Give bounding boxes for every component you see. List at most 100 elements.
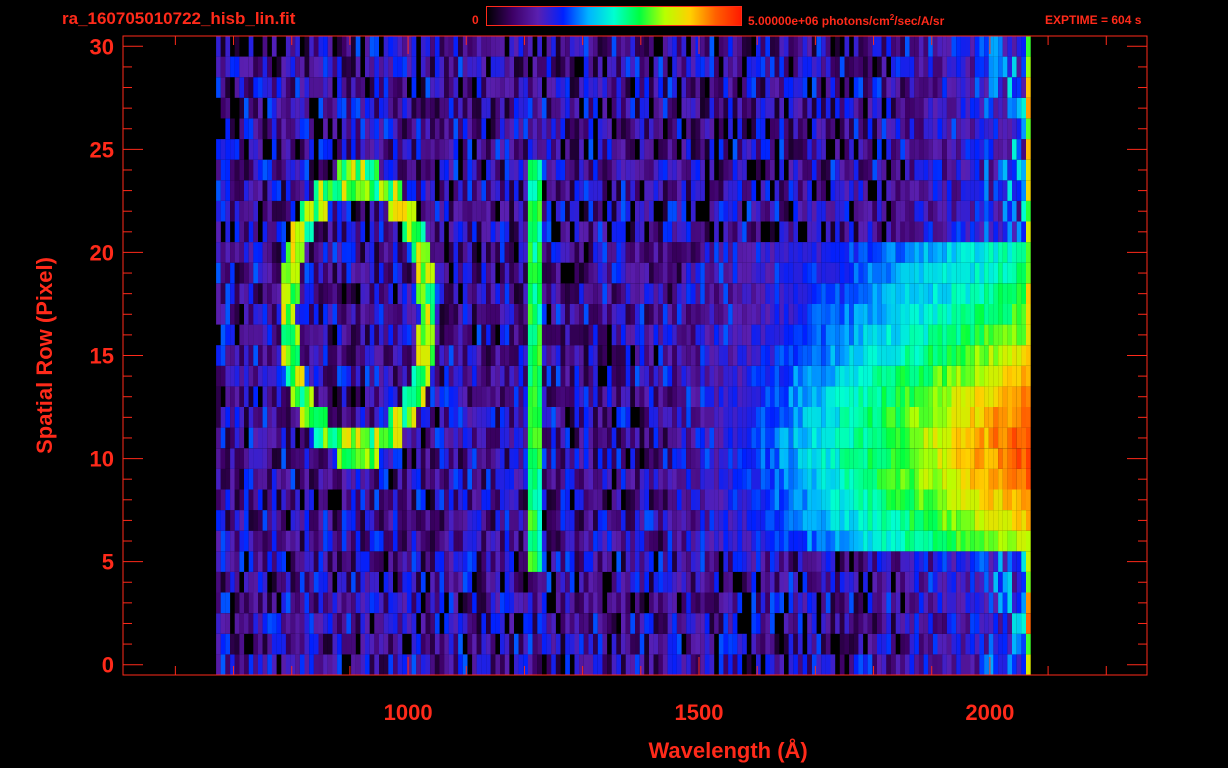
heatmap-cell bbox=[290, 262, 296, 284]
heatmap-cell bbox=[579, 242, 584, 263]
heatmap-cell bbox=[881, 571, 887, 593]
heatmap-cell bbox=[928, 468, 933, 490]
heatmap-cell bbox=[216, 345, 221, 366]
heatmap-cell bbox=[439, 36, 445, 57]
heatmap-cell bbox=[234, 510, 240, 531]
heatmap-cell bbox=[756, 489, 761, 511]
heatmap-cell bbox=[914, 613, 919, 634]
heatmap-cell bbox=[495, 180, 501, 201]
heatmap-cell bbox=[714, 221, 719, 243]
heatmap-cell bbox=[765, 468, 770, 490]
heatmap-cell bbox=[704, 592, 710, 614]
heatmap-cell bbox=[323, 36, 328, 57]
heatmap-cell bbox=[453, 304, 459, 325]
heatmap-cell bbox=[239, 221, 245, 243]
heatmap-cell bbox=[309, 242, 314, 263]
heatmap-cell bbox=[942, 571, 947, 593]
heatmap-cell bbox=[970, 283, 975, 304]
heatmap-cell bbox=[742, 530, 747, 552]
heatmap-cell bbox=[444, 97, 449, 119]
heatmap-cell bbox=[597, 654, 603, 675]
heatmap-cell bbox=[504, 530, 510, 552]
heatmap-cell bbox=[644, 386, 649, 407]
heatmap-cell bbox=[867, 159, 873, 181]
heatmap-cell bbox=[965, 654, 971, 675]
heatmap-cell bbox=[295, 510, 300, 531]
heatmap-cell bbox=[323, 139, 328, 160]
heatmap-cell bbox=[341, 571, 347, 593]
heatmap-cell bbox=[309, 571, 314, 593]
heatmap-cell bbox=[304, 221, 310, 243]
heatmap-cell bbox=[765, 633, 770, 655]
heatmap-cell bbox=[383, 530, 389, 552]
heatmap-cell bbox=[732, 654, 738, 675]
heatmap-cell bbox=[676, 448, 682, 469]
heatmap-cell bbox=[258, 633, 263, 655]
heatmap-cell bbox=[425, 159, 431, 181]
heatmap-cell bbox=[774, 324, 780, 346]
heatmap-cell bbox=[509, 468, 514, 490]
heatmap-cell bbox=[797, 613, 803, 634]
heatmap-cell bbox=[504, 345, 510, 366]
heatmap-cell bbox=[779, 200, 784, 222]
heatmap-cell bbox=[700, 530, 705, 552]
heatmap-cell bbox=[607, 118, 612, 140]
heatmap-cell bbox=[593, 345, 598, 366]
heatmap-cell bbox=[742, 324, 747, 346]
heatmap-cell bbox=[248, 386, 254, 407]
heatmap-cell bbox=[905, 139, 910, 160]
heatmap-cell bbox=[825, 159, 831, 181]
heatmap-cell bbox=[1002, 654, 1008, 675]
heatmap-cell bbox=[514, 633, 519, 655]
heatmap-cell bbox=[244, 262, 249, 284]
heatmap-cell bbox=[220, 551, 226, 572]
heatmap-cell bbox=[355, 654, 361, 675]
heatmap-cell bbox=[239, 242, 245, 263]
heatmap-cell bbox=[932, 242, 938, 263]
heatmap-cell bbox=[946, 97, 952, 119]
heatmap-cell bbox=[304, 118, 310, 140]
heatmap-cell bbox=[486, 510, 491, 531]
heatmap-cell bbox=[704, 324, 710, 346]
heatmap-cell bbox=[448, 304, 454, 325]
heatmap-cell bbox=[430, 365, 435, 387]
heatmap-cell bbox=[811, 633, 817, 655]
heatmap-cell bbox=[397, 448, 403, 469]
heatmap-cell bbox=[281, 324, 286, 346]
heatmap-cell bbox=[946, 324, 952, 346]
heatmap-cell bbox=[560, 571, 566, 593]
heatmap-cell bbox=[379, 283, 384, 304]
heatmap-cell bbox=[974, 654, 980, 675]
heatmap-cell bbox=[481, 324, 487, 346]
heatmap-cell bbox=[737, 221, 743, 243]
heatmap-cell bbox=[923, 510, 929, 531]
heatmap-cell bbox=[1021, 407, 1026, 428]
heatmap-cell bbox=[514, 427, 519, 449]
heatmap-cell bbox=[281, 530, 286, 552]
heatmap-cell bbox=[476, 633, 482, 655]
heatmap-cell bbox=[360, 139, 366, 160]
heatmap-cell bbox=[565, 159, 570, 181]
heatmap-cell bbox=[271, 489, 277, 511]
heatmap-cell bbox=[383, 407, 389, 428]
heatmap-cell bbox=[220, 139, 226, 160]
heatmap-cell bbox=[946, 262, 952, 284]
heatmap-cell bbox=[607, 283, 612, 304]
heatmap-cell bbox=[788, 510, 794, 531]
heatmap-cell bbox=[635, 200, 640, 222]
heatmap-cell bbox=[742, 262, 747, 284]
heatmap-cell bbox=[811, 613, 817, 634]
heatmap-cell bbox=[895, 118, 901, 140]
heatmap-cell bbox=[393, 97, 398, 119]
heatmap-cell bbox=[393, 489, 398, 511]
heatmap-cell bbox=[914, 489, 919, 511]
heatmap-cell bbox=[434, 510, 440, 531]
heatmap-cell bbox=[271, 386, 277, 407]
heatmap-cell bbox=[639, 77, 645, 98]
heatmap-cell bbox=[369, 36, 375, 57]
heatmap-cell bbox=[970, 77, 975, 98]
heatmap-cell bbox=[388, 139, 393, 160]
heatmap-cell bbox=[546, 159, 552, 181]
heatmap-cell bbox=[676, 200, 682, 222]
heatmap-cell bbox=[234, 242, 240, 263]
